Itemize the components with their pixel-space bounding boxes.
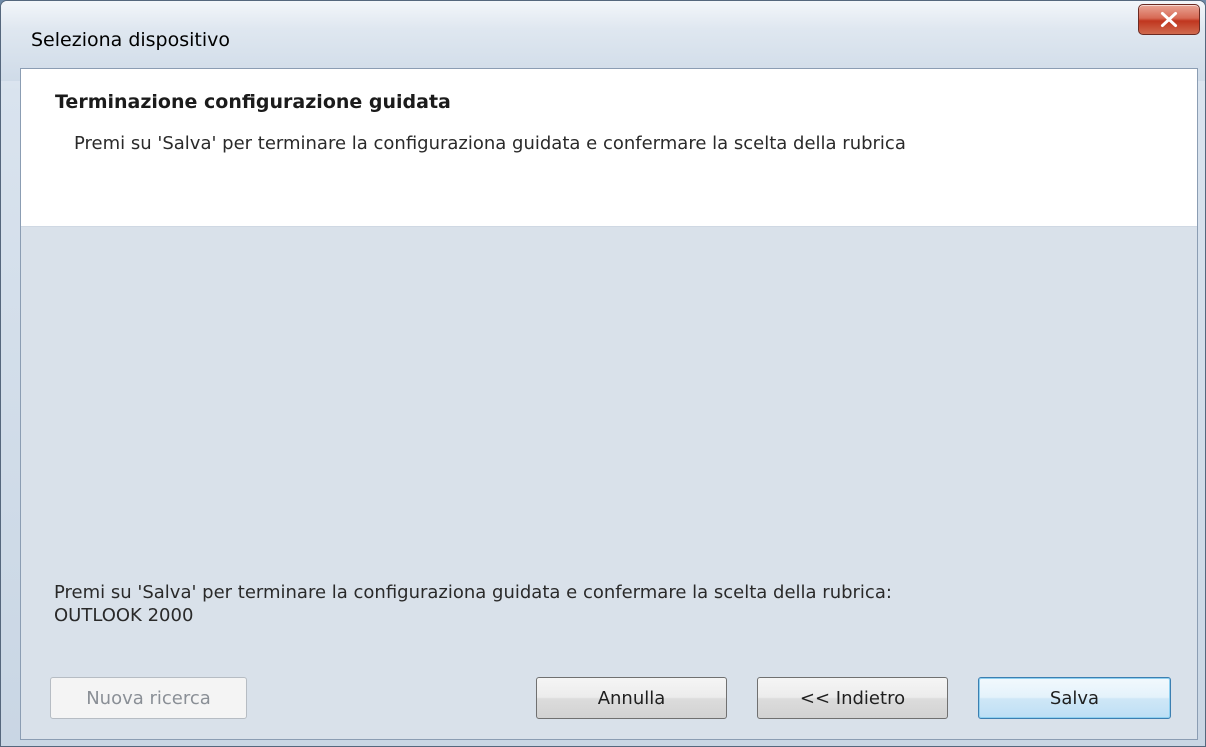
wizard-header: Terminazione configurazione guidata Prem… [21,69,1197,227]
dialog-window: Seleziona dispositivo Terminazione confi… [0,0,1206,747]
confirmation-text: Premi su 'Salva' per terminare la config… [54,582,892,603]
wizard-step-title: Terminazione configurazione guidata [55,91,451,113]
selected-address-book: OUTLOOK 2000 [54,605,194,626]
save-button[interactable]: Salva [978,677,1171,719]
close-button[interactable] [1138,4,1200,35]
cancel-button[interactable]: Annulla [536,677,727,719]
wizard-step-description: Premi su 'Salva' per terminare la config… [74,133,906,154]
new-search-button[interactable]: Nuova ricerca [50,677,247,719]
close-x-icon [1160,11,1178,28]
window-title: Seleziona dispositivo [31,29,231,51]
dialog-content: Terminazione configurazione guidata Prem… [20,68,1198,740]
confirmation-message: Premi su 'Salva' per terminare la config… [54,581,1174,627]
back-button[interactable]: << Indietro [757,677,948,719]
